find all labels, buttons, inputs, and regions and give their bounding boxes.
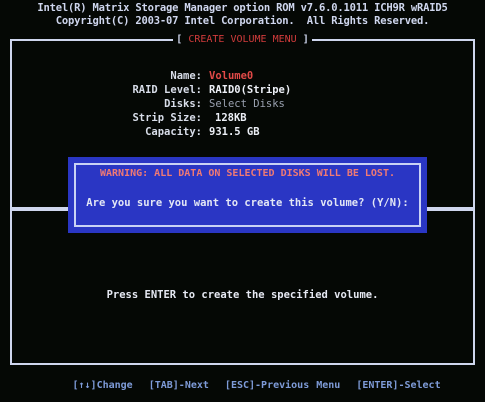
confirm-dialog[interactable]: WARNING: ALL DATA ON SELECTED DISKS WILL… xyxy=(68,157,427,233)
field-value-raid-level[interactable]: RAID0(Stripe) xyxy=(209,84,291,96)
copyright-line: Copyright(C) 2003-07 Intel Corporation. … xyxy=(55,15,430,27)
confirm-prompt[interactable]: Are you sure you want to create this vol… xyxy=(68,197,427,209)
field-label-strip-size: Strip Size: xyxy=(132,112,202,124)
key-help-bar: [↑↓]Change [TAB]-Next [ESC]-Previous Menu [… xyxy=(0,369,485,402)
field-value-name[interactable]: Volume0 xyxy=(209,70,253,82)
field-value-strip-size[interactable]: 128KB xyxy=(215,112,247,124)
field-label-disks: Disks: xyxy=(164,98,202,110)
help-message: Press ENTER to create the specified volu… xyxy=(106,289,379,301)
bios-screen: Intel(R) Matrix Storage Manager option R… xyxy=(0,0,485,391)
field-name[interactable]: Name: Volume0 xyxy=(0,70,485,84)
field-raid-level[interactable]: RAID Level: RAID0(Stripe) xyxy=(0,84,485,98)
menu-title: CREATE VOLUME MENU xyxy=(185,34,300,45)
field-label-capacity: Capacity: xyxy=(145,126,202,138)
key-previous-menu: [ESC]-Previous Menu xyxy=(224,380,341,391)
key-select: [ENTER]-Select xyxy=(356,380,441,391)
rom-title: Intel(R) Matrix Storage Manager option R… xyxy=(37,2,448,14)
title-bracket-right: ] xyxy=(299,34,312,45)
field-label-name: Name: xyxy=(170,70,202,82)
warning-message: WARNING: ALL DATA ON SELECTED DISKS WILL… xyxy=(99,168,395,179)
field-strip-size[interactable]: Strip Size: 128KB xyxy=(0,112,485,126)
field-value-capacity[interactable]: 931.5 GB xyxy=(209,126,260,138)
panel-title-bar: [CREATE VOLUME MENU] xyxy=(12,33,473,46)
key-change: [↑↓]Change xyxy=(72,380,133,391)
title-bracket-left: [ xyxy=(173,34,186,45)
key-next: [TAB]-Next xyxy=(148,380,209,391)
field-value-disks[interactable]: Select Disks xyxy=(209,98,285,110)
field-capacity[interactable]: Capacity: 931.5 GB xyxy=(0,126,485,140)
field-label-raid-level: RAID Level: xyxy=(132,84,202,96)
field-disks[interactable]: Disks: Select Disks xyxy=(0,98,485,112)
